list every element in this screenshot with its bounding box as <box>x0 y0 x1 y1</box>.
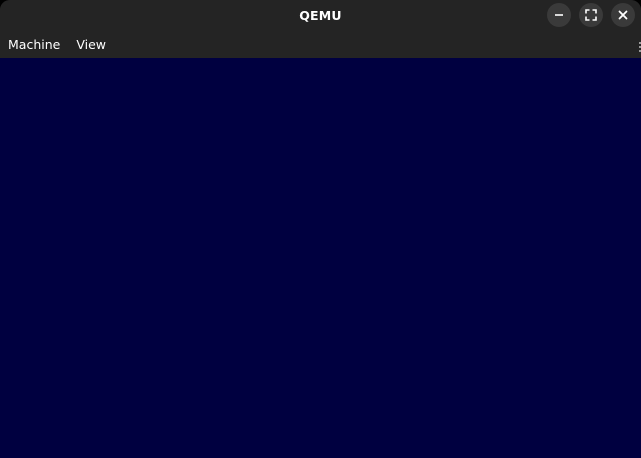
window-title: QEMU <box>299 7 342 23</box>
maximize-button[interactable] <box>579 3 603 27</box>
minimize-icon <box>555 14 563 16</box>
close-button[interactable] <box>611 3 635 27</box>
minimize-button[interactable] <box>547 3 571 27</box>
qemu-window: QEMU Machine View <box>0 0 641 458</box>
title-bar: QEMU <box>0 0 641 30</box>
menu-machine[interactable]: Machine <box>2 33 66 56</box>
menu-bar: Machine View <box>0 30 641 58</box>
window-controls <box>547 3 635 27</box>
close-icon <box>618 10 628 20</box>
vm-display-area[interactable] <box>0 58 641 458</box>
menu-view[interactable]: View <box>70 33 112 56</box>
maximize-icon <box>585 9 597 21</box>
